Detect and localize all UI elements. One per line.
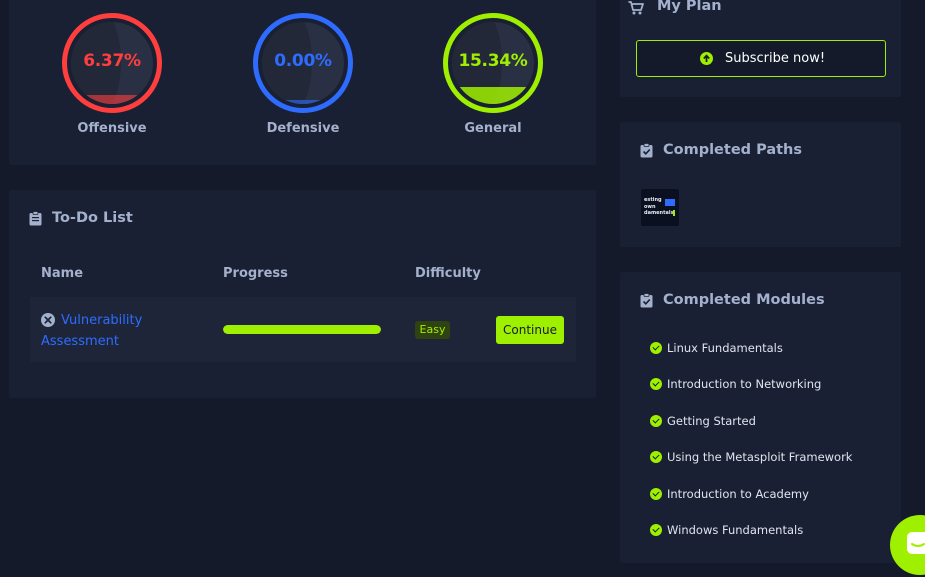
check-icon — [650, 415, 662, 427]
cart-icon — [628, 1, 644, 15]
gauge-general: 15.34% — [443, 13, 543, 113]
todo-title: To-Do List — [52, 210, 133, 226]
gauge-fill — [452, 87, 534, 104]
gauge-label: Offensive — [77, 121, 147, 136]
gauge-label: Defensive — [266, 121, 340, 136]
gauge-percent: 0.00% — [274, 51, 332, 71]
path-thumbnail-accent — [673, 210, 675, 216]
column-header-name: Name — [41, 266, 84, 281]
check-icon — [650, 524, 662, 536]
module-item[interactable]: Using the Metasploit Framework — [667, 450, 852, 464]
completed-paths-title: Completed Paths — [663, 142, 802, 158]
module-item[interactable]: Windows Fundamentals — [667, 523, 803, 537]
path-thumbnail-badge — [665, 199, 675, 206]
my-plan-title: My Plan — [657, 0, 722, 14]
difficulty-badge: Easy — [415, 321, 450, 339]
chat-icon — [907, 532, 925, 554]
path-thumbnail-line: damentals — [644, 210, 674, 216]
gauge-fill — [262, 100, 344, 104]
column-header-difficulty: Difficulty — [415, 266, 481, 281]
progress-bar-track — [223, 325, 381, 334]
path-thumbnail[interactable]: esting own damentals — [641, 189, 679, 226]
check-icon — [650, 378, 662, 390]
column-header-progress: Progress — [223, 266, 288, 281]
gauge-offensive: 6.37% — [62, 13, 162, 113]
completed-modules-title: Completed Modules — [663, 292, 825, 308]
module-item[interactable]: Introduction to Networking — [667, 377, 821, 391]
arrow-up-circle-icon — [700, 52, 713, 65]
continue-button[interactable]: Continue — [496, 316, 564, 344]
progress-bar-fill — [223, 325, 381, 334]
completed-paths-card — [620, 122, 901, 247]
gauge-percent: 6.37% — [83, 51, 141, 71]
path-thumbnail-line: esting — [644, 197, 662, 203]
module-item[interactable]: Getting Started — [667, 414, 756, 428]
completed-modules-card — [620, 272, 901, 563]
subscribe-button[interactable]: Subscribe now! — [636, 40, 886, 77]
todo-item-link[interactable]: Vulnerability Assessment — [41, 310, 211, 352]
clipboard-check-icon — [640, 293, 653, 308]
todo-item-name-line2[interactable]: Assessment — [41, 334, 119, 349]
gauge-percent: 15.34% — [458, 51, 528, 71]
clipboard-check-icon — [640, 143, 653, 158]
gauge-label: General — [464, 121, 522, 136]
check-icon — [650, 451, 662, 463]
gauge-fill — [71, 94, 153, 104]
module-item[interactable]: Linux Fundamentals — [667, 341, 783, 355]
todo-item-name-line1[interactable]: Vulnerability — [61, 313, 142, 328]
clipboard-icon — [29, 211, 42, 226]
module-item[interactable]: Introduction to Academy — [667, 487, 809, 501]
gauge-defensive: 0.00% — [253, 13, 353, 113]
subscribe-label[interactable]: Subscribe now! — [725, 51, 825, 66]
check-icon — [650, 342, 662, 354]
check-icon — [650, 488, 662, 500]
